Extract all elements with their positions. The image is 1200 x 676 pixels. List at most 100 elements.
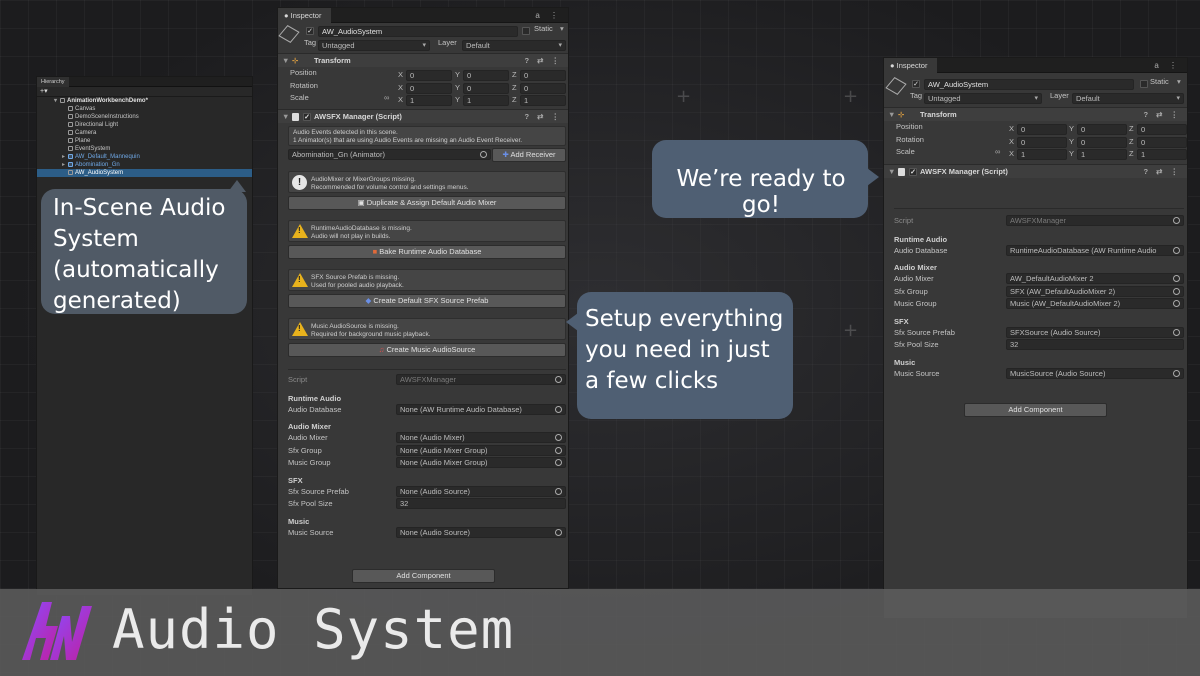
bake-runtime-db-button[interactable]: ■ Bake Runtime Audio Database: [288, 245, 566, 259]
add-receiver-button[interactable]: ✚ Add Receiver: [492, 148, 566, 162]
audio-mixer-field[interactable]: AW_DefaultAudioMixer 2: [1006, 273, 1184, 284]
sfx-group-field[interactable]: None (Audio Mixer Group): [396, 444, 566, 456]
hierarchy-tab[interactable]: Hierarchy: [37, 77, 69, 87]
foldout-arrow-icon[interactable]: ▼: [888, 108, 895, 122]
transform-scale-z-input[interactable]: 1: [1137, 149, 1187, 160]
constrain-proportions-icon[interactable]: ∞: [384, 93, 389, 102]
transform-rotation-z-input[interactable]: 0: [520, 82, 566, 94]
object-picker-icon[interactable]: [555, 528, 562, 536]
foldout-arrow-icon[interactable]: ▼: [888, 165, 895, 179]
object-picker-icon[interactable]: [1173, 246, 1180, 254]
object-picker-icon[interactable]: [555, 434, 562, 441]
audio-database-field[interactable]: RuntimeAudioDatabase (AW Runtime Audio: [1006, 244, 1184, 256]
transform-scale-y-input[interactable]: 1: [1077, 149, 1127, 160]
active-checkbox[interactable]: ✓: [306, 27, 314, 35]
object-picker-icon[interactable]: [1173, 217, 1180, 224]
transform-header[interactable]: ▼ ⊹ Transform ? ⇄ ⋮: [278, 53, 568, 67]
sfx-group-field[interactable]: SFX (AW_DefaultAudioMixer 2): [1006, 285, 1184, 297]
layer-dropdown[interactable]: Default: [462, 40, 566, 51]
static-checkbox[interactable]: [1140, 80, 1148, 88]
audio-database-field[interactable]: None (AW Runtime Audio Database): [396, 403, 566, 415]
hierarchy-item[interactable]: ▾ AnimationWorkbenchDemo*: [37, 97, 252, 105]
sfx-pool-size-field[interactable]: 32: [396, 498, 566, 509]
transform-position-x-input[interactable]: 0: [1017, 124, 1067, 135]
transform-scale-z-input[interactable]: 1: [520, 95, 566, 106]
music-source-field[interactable]: None (Audio Source): [396, 526, 566, 538]
tag-dropdown[interactable]: Untagged: [924, 93, 1042, 104]
object-picker-icon[interactable]: [555, 446, 562, 454]
transform-rotation-x-input[interactable]: 0: [406, 82, 452, 94]
inspector-tab[interactable]: ● Inspector: [884, 58, 938, 73]
transform-rotation-z-input[interactable]: 0: [1137, 136, 1187, 148]
active-checkbox[interactable]: ✓: [912, 80, 920, 88]
constrain-proportions-icon[interactable]: ∞: [995, 147, 1000, 156]
object-picker-icon[interactable]: [555, 459, 562, 466]
component-enabled-checkbox[interactable]: ✓: [909, 168, 917, 176]
animator-field[interactable]: Abomination_Gn (Animator): [288, 149, 491, 160]
transform-scale-x-input[interactable]: 1: [1017, 149, 1067, 160]
transform-header[interactable]: ▼ ⊹ Transform ? ⇄ ⋮: [884, 107, 1187, 121]
audio-mixer-field[interactable]: None (Audio Mixer): [396, 432, 566, 443]
sfx-source-prefab-field[interactable]: SFXSource (Audio Source): [1006, 326, 1184, 338]
lock-icon[interactable]: a ⋮: [1154, 61, 1181, 70]
hierarchy-item[interactable]: Canvas: [37, 105, 252, 113]
tag-dropdown[interactable]: Untagged: [318, 40, 430, 51]
transform-rotation-y-input[interactable]: 0: [1077, 136, 1127, 148]
foldout-arrow-icon[interactable]: ▼: [282, 54, 289, 68]
object-picker-icon[interactable]: [555, 405, 562, 413]
transform-scale-x-input[interactable]: 1: [406, 95, 452, 106]
awsfx-manager-header[interactable]: ▼ ✓ AWSFX Manager (Script) ? ⇄ ⋮: [278, 109, 568, 123]
hierarchy-item[interactable]: ▸ AW_Default_Mannequin: [37, 153, 252, 161]
component-menu-icon[interactable]: ? ⇄ ⋮: [1143, 108, 1181, 122]
transform-rotation-y-input[interactable]: 0: [463, 82, 509, 94]
layer-dropdown[interactable]: Default: [1072, 93, 1184, 104]
object-picker-icon[interactable]: [1173, 275, 1180, 282]
transform-position-y-input[interactable]: 0: [463, 70, 509, 81]
awsfx-manager-header[interactable]: ▼ ✓ AWSFX Manager (Script) ? ⇄ ⋮: [884, 164, 1187, 178]
foldout-arrow-icon[interactable]: ▼: [282, 110, 289, 124]
object-picker-icon[interactable]: [1173, 328, 1180, 336]
hierarchy-item[interactable]: AW_AudioSystem: [37, 169, 252, 177]
hierarchy-item[interactable]: ▸ Abomination_Gn: [37, 161, 252, 169]
object-name-input[interactable]: AW_AudioSystem: [318, 26, 518, 37]
hierarchy-item[interactable]: Camera: [37, 129, 252, 137]
create-sfx-prefab-button[interactable]: ◆ Create Default SFX Source Prefab: [288, 294, 566, 308]
sfx-source-prefab-field[interactable]: None (Audio Source): [396, 485, 566, 497]
object-name-input[interactable]: AW_AudioSystem: [924, 79, 1134, 90]
music-group-label: Music Group: [288, 458, 331, 467]
hierarchy-item[interactable]: EventSystem: [37, 145, 252, 153]
transform-position-x-input[interactable]: 0: [406, 70, 452, 81]
inspector-tab[interactable]: ● Inspector: [278, 8, 332, 23]
duplicate-assign-mixer-button[interactable]: ▣ Duplicate & Assign Default Audio Mixer: [288, 196, 566, 210]
transform-scale-y-input[interactable]: 1: [463, 95, 509, 106]
music-group-field[interactable]: None (Audio Mixer Group): [396, 457, 566, 468]
object-picker-icon[interactable]: [1173, 369, 1180, 377]
static-checkbox[interactable]: [522, 27, 530, 35]
transform-rotation-x-input[interactable]: 0: [1017, 136, 1067, 148]
sfx-pool-size-field[interactable]: 32: [1006, 339, 1184, 350]
object-picker-icon[interactable]: [480, 151, 487, 158]
object-picker-icon[interactable]: [1173, 287, 1180, 295]
object-picker-icon[interactable]: [555, 487, 562, 495]
lock-icon[interactable]: a ⋮: [535, 11, 562, 20]
object-picker-icon[interactable]: [1173, 300, 1180, 307]
add-component-button[interactable]: Add Component: [352, 569, 495, 583]
static-dropdown-arrow-icon[interactable]: ▾: [1177, 77, 1181, 86]
component-enabled-checkbox[interactable]: ✓: [303, 113, 311, 121]
component-menu-icon[interactable]: ? ⇄ ⋮: [1143, 165, 1181, 179]
add-component-button[interactable]: Add Component: [964, 403, 1107, 417]
component-menu-icon[interactable]: ? ⇄ ⋮: [524, 54, 562, 68]
hierarchy-item[interactable]: Directional Light: [37, 121, 252, 129]
transform-position-y-input[interactable]: 0: [1077, 124, 1127, 135]
component-menu-icon[interactable]: ? ⇄ ⋮: [524, 110, 562, 124]
static-dropdown-arrow-icon[interactable]: ▾: [560, 24, 564, 33]
hierarchy-add-button[interactable]: +▾: [37, 87, 252, 97]
object-picker-icon[interactable]: [555, 376, 562, 383]
music-source-field[interactable]: MusicSource (Audio Source): [1006, 367, 1184, 379]
create-music-source-button[interactable]: ♫ Create Music AudioSource: [288, 343, 566, 357]
music-group-field[interactable]: Music (AW_DefaultAudioMixer 2): [1006, 298, 1184, 309]
transform-position-z-input[interactable]: 0: [1137, 124, 1187, 135]
transform-position-z-input[interactable]: 0: [520, 70, 566, 81]
hierarchy-item[interactable]: Plane: [37, 137, 252, 145]
hierarchy-item[interactable]: DemoSceneInstructions: [37, 113, 252, 121]
